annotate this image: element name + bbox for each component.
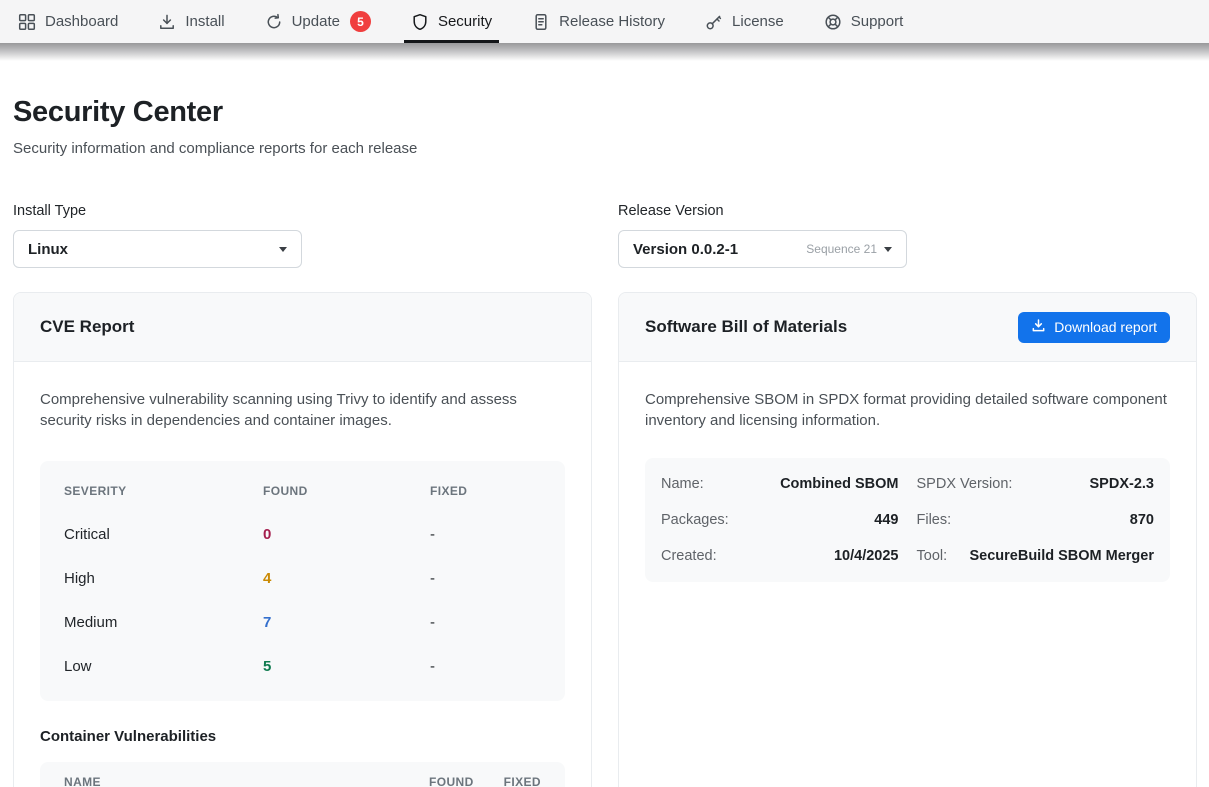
document-icon: [532, 13, 550, 31]
nav-label: Release History: [559, 13, 665, 30]
nav-label: Install: [185, 13, 224, 30]
nav-label: Dashboard: [45, 13, 118, 30]
nav-label: Update: [292, 13, 340, 30]
meta-files: Files: 870: [917, 502, 1155, 538]
column-header-name: Name: [64, 775, 399, 787]
severity-name: High: [64, 570, 263, 587]
page-title: Security Center: [13, 96, 1196, 129]
fixed-count: -: [430, 614, 541, 631]
nav-item-update[interactable]: Update 5: [265, 0, 371, 43]
table-row: High 4 -: [40, 557, 565, 601]
fixed-count: -: [430, 658, 541, 675]
fixed-count: -: [430, 526, 541, 543]
table-row: Low 5 -: [40, 645, 565, 689]
cve-card-title: CVE Report: [40, 317, 134, 337]
found-count: 7: [263, 614, 430, 631]
meta-label: Files:: [917, 512, 952, 528]
column-header-severity: Severity: [64, 484, 263, 498]
filters-row: Install Type Linux Release Version Versi…: [13, 203, 1196, 268]
cve-card-header: CVE Report: [14, 293, 591, 362]
meta-created: Created: 10/4/2025: [661, 538, 899, 574]
severity-table-header: Severity Found Fixed: [40, 469, 565, 513]
table-row: Critical 0 -: [40, 513, 565, 557]
scroll-shadow: [0, 43, 1209, 61]
meta-tool: Tool: SecureBuild SBOM Merger: [917, 538, 1155, 574]
page-content: Security Center Security information and…: [0, 96, 1209, 787]
nav-item-dashboard[interactable]: Dashboard: [18, 0, 118, 43]
sbom-metadata-panel: Name: Combined SBOM SPDX Version: SPDX-2…: [645, 458, 1170, 582]
meta-spdx-version: SPDX Version: SPDX-2.3: [917, 466, 1155, 502]
nav-item-install[interactable]: Install: [158, 0, 224, 43]
meta-value: Combined SBOM: [780, 476, 898, 492]
table-row: Medium 7 -: [40, 601, 565, 645]
nav-item-support[interactable]: Support: [824, 0, 904, 43]
chevron-down-icon: [884, 247, 892, 252]
cards-row: CVE Report Comprehensive vulnerability s…: [13, 292, 1196, 787]
page-subtitle: Security information and compliance repo…: [13, 140, 1196, 157]
meta-label: Created:: [661, 548, 717, 564]
nav-item-license[interactable]: License: [705, 0, 784, 43]
column-header-fixed: Fixed: [504, 775, 541, 787]
column-header-found: Found: [429, 775, 474, 787]
column-header-fixed: Fixed: [430, 484, 541, 498]
severity-name: Critical: [64, 526, 263, 543]
update-count-badge: 5: [350, 11, 371, 32]
meta-value: 449: [874, 512, 898, 528]
install-type-select[interactable]: Linux: [13, 230, 302, 268]
top-navigation: Dashboard Install Update 5 Security: [0, 0, 1209, 43]
meta-value: 10/4/2025: [834, 548, 899, 564]
nav-label: Security: [438, 13, 492, 30]
severity-name: Low: [64, 658, 263, 675]
severity-table: Severity Found Fixed Critical 0 - High 4…: [40, 461, 565, 701]
meta-label: Tool:: [917, 548, 948, 564]
release-version-label: Release Version: [618, 203, 1197, 219]
meta-value: 870: [1130, 512, 1154, 528]
meta-label: SPDX Version:: [917, 476, 1013, 492]
meta-packages: Packages: 449: [661, 502, 899, 538]
chevron-down-icon: [279, 247, 287, 252]
cve-card-body: Comprehensive vulnerability scanning usi…: [14, 362, 591, 787]
lifebuoy-icon: [824, 13, 842, 31]
download-icon: [158, 13, 176, 31]
grid-icon: [18, 13, 36, 31]
cve-description: Comprehensive vulnerability scanning usi…: [40, 389, 565, 432]
release-sequence-label: Sequence 21: [806, 242, 877, 256]
found-count: 0: [263, 526, 430, 543]
refresh-icon: [265, 13, 283, 31]
install-type-value: Linux: [28, 241, 68, 258]
found-count: 5: [263, 658, 430, 675]
sbom-card: Software Bill of Materials Download repo…: [618, 292, 1197, 787]
column-header-found: Found: [263, 484, 430, 498]
sbom-card-title: Software Bill of Materials: [645, 317, 847, 337]
nav-item-security[interactable]: Security: [411, 0, 492, 43]
found-count: 4: [263, 570, 430, 587]
meta-value: SPDX-2.3: [1090, 476, 1154, 492]
download-report-button[interactable]: Download report: [1018, 312, 1170, 343]
sbom-description: Comprehensive SBOM in SPDX format provid…: [645, 389, 1170, 432]
release-version-value: Version 0.0.2-1: [633, 241, 738, 258]
release-version-filter: Release Version Version 0.0.2-1 Sequence…: [618, 203, 1197, 268]
key-icon: [705, 13, 723, 31]
sbom-card-body: Comprehensive SBOM in SPDX format provid…: [619, 362, 1196, 609]
nav-label: Support: [851, 13, 904, 30]
release-version-select[interactable]: Version 0.0.2-1 Sequence 21: [618, 230, 907, 268]
cve-report-card: CVE Report Comprehensive vulnerability s…: [13, 292, 592, 787]
meta-label: Name:: [661, 476, 704, 492]
meta-name: Name: Combined SBOM: [661, 466, 899, 502]
sbom-card-header: Software Bill of Materials Download repo…: [619, 293, 1196, 362]
fixed-count: -: [430, 570, 541, 587]
install-type-filter: Install Type Linux: [13, 203, 592, 268]
nav-label: License: [732, 13, 784, 30]
download-icon: [1031, 318, 1046, 336]
shield-icon: [411, 13, 429, 31]
meta-label: Packages:: [661, 512, 729, 528]
container-vulnerabilities-table-header: Name Found Fixed: [40, 762, 565, 787]
container-vulnerabilities-title: Container Vulnerabilities: [40, 728, 565, 745]
download-report-label: Download report: [1054, 319, 1157, 335]
install-type-label: Install Type: [13, 203, 592, 219]
nav-item-release-history[interactable]: Release History: [532, 0, 665, 43]
meta-value: SecureBuild SBOM Merger: [969, 548, 1154, 564]
severity-name: Medium: [64, 614, 263, 631]
